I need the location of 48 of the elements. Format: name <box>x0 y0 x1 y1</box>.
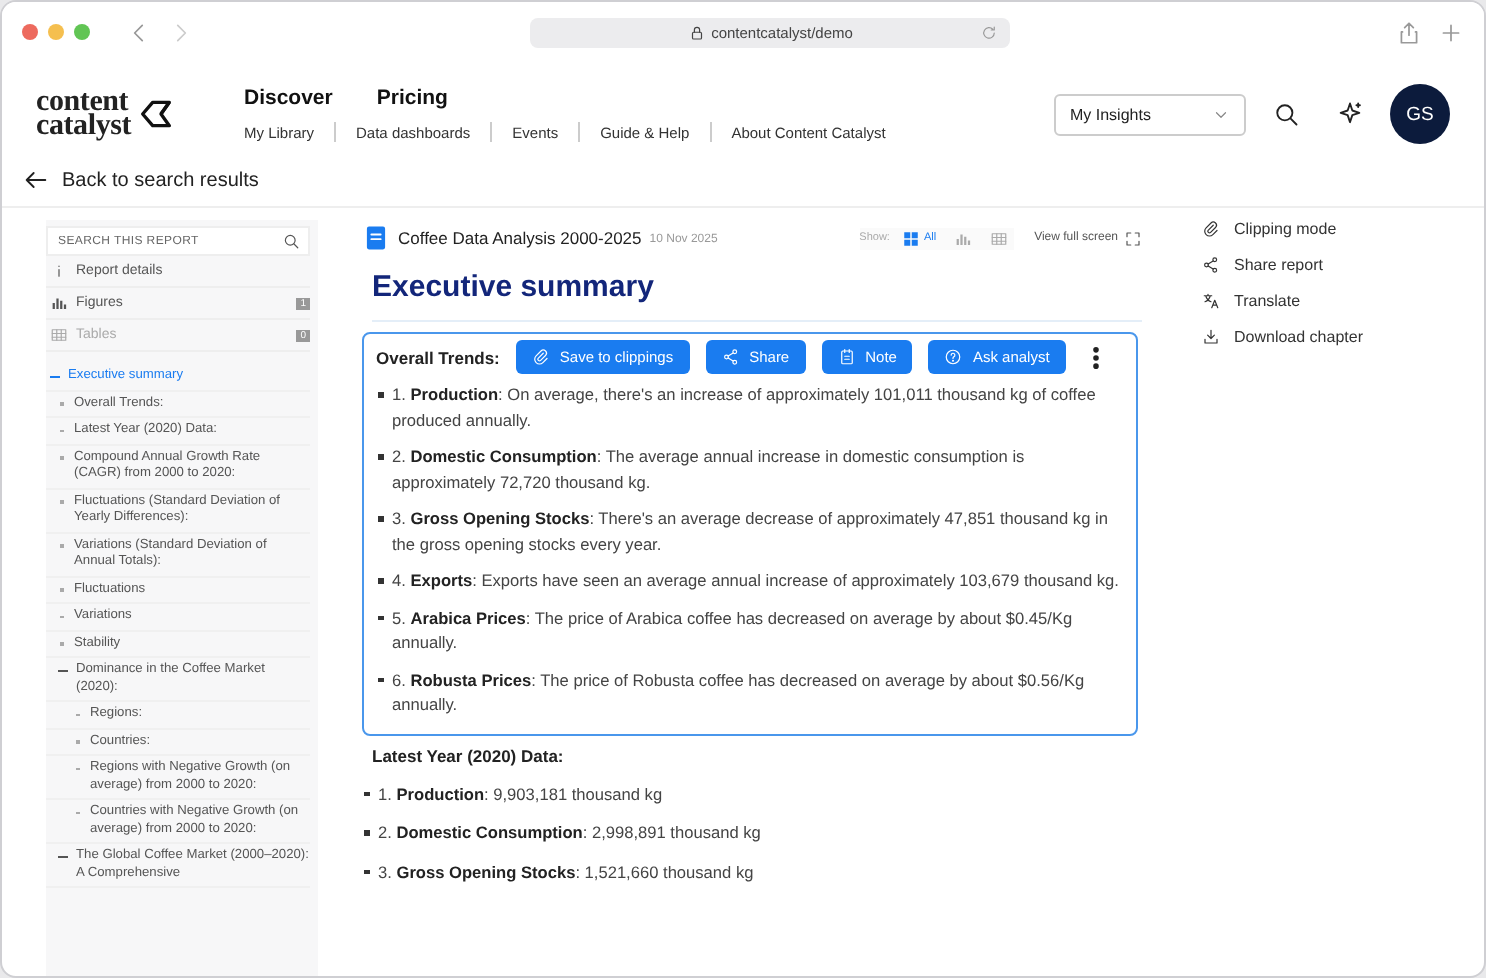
nav-link[interactable]: Discover <box>244 86 333 110</box>
arrow-left-icon <box>22 166 50 194</box>
sparkle-icon <box>1336 100 1364 128</box>
bullet-text: 1. Production: 9,903,181 thousand kg <box>362 781 1142 806</box>
dropdown-value: My Insights <box>1070 105 1151 123</box>
search-icon <box>282 232 300 250</box>
bullet-text: 6. Robusta Prices: The price of Robusta coffee has decreased on average by about $0.56/Kg annually. <box>376 667 1120 717</box>
share-icon <box>1202 256 1220 274</box>
bullet-text: 2. Domestic Consumption: The average annual increase in domestic consumption is approximately 72,720 thousand kg. <box>376 444 1120 494</box>
reload-icon <box>980 23 998 41</box>
bullet-text: 5. Arabica Prices: The price of Arabica coffee has decreased on average by about $0.45/Kg annually. <box>376 605 1120 655</box>
tool-link[interactable]: Download chapter <box>1202 328 1363 346</box>
paperclip-icon <box>1202 220 1220 238</box>
bullet-text: 4. Exports: Exports have seen an average annual increase of approximately 103,679 thousand kg. <box>376 568 1120 593</box>
document-icon <box>362 224 390 252</box>
table-icon <box>990 229 1009 247</box>
block-title: Overall Trends: <box>376 347 500 367</box>
bullet-text: 2. Domestic Consumption: 2,998,891 thousand kg <box>362 820 1142 845</box>
grid-icon <box>901 229 920 247</box>
subheading: Latest Year (2020) Data: <box>372 745 566 765</box>
bar-chart-icon <box>50 294 68 312</box>
table-icon <box>50 326 68 344</box>
tool-link[interactable]: Translate <box>1202 292 1363 310</box>
back-link[interactable]: Back to search results <box>2 158 1484 208</box>
share-icon <box>721 348 740 366</box>
translate-icon <box>1202 292 1220 310</box>
tool-link[interactable]: Clipping mode <box>1202 220 1363 238</box>
bullet-text: 3. Gross Opening Stocks: 1,521,660 thousand kg <box>362 859 1142 884</box>
search-icon <box>1272 100 1300 128</box>
insights-dropdown[interactable]: My Insights <box>1054 93 1246 135</box>
expand-icon <box>1124 229 1142 247</box>
document-title: Coffee Data Analysis 2000-2025 <box>398 228 642 248</box>
plus-icon <box>1438 19 1464 45</box>
nav-link[interactable]: Pricing <box>376 86 448 110</box>
logo-text: content <box>36 90 129 114</box>
download-icon <box>1202 328 1220 346</box>
bullet-text: 3. Gross Opening Stocks: There's an average decrease of approximately 47,851 thousand kg in the gross opening stocks every year. <box>376 506 1120 556</box>
bullet-text: 1. Production: On average, there's an increase of approximately 101,011 thousand kg of coffee produced annually. <box>376 382 1120 432</box>
user-avatar[interactable]: GS <box>1390 84 1450 144</box>
section-heading: Executive summary <box>372 270 1142 322</box>
question-icon <box>944 348 963 366</box>
bar-chart-icon <box>954 229 973 247</box>
share-icon <box>1396 19 1422 45</box>
logo-text: catalyst <box>36 114 132 138</box>
tool-link[interactable]: Share report <box>1202 256 1363 274</box>
lock-icon <box>687 23 706 41</box>
notepad-icon <box>837 348 856 366</box>
paperclip-icon <box>531 348 550 366</box>
